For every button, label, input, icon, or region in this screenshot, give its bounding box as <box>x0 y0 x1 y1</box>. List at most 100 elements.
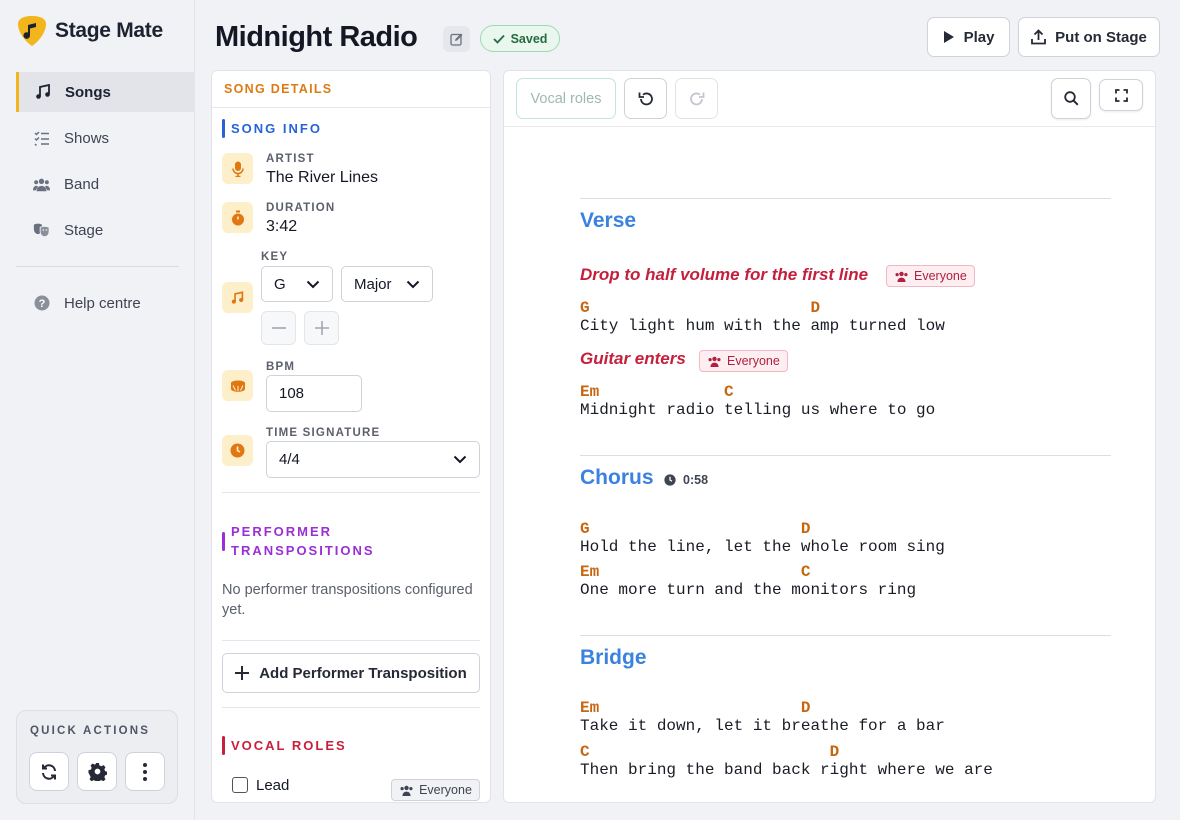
gear-icon <box>87 762 107 781</box>
mode-select[interactable]: Major <box>341 266 433 302</box>
vocal-role-name: Lead <box>256 777 290 794</box>
chord-line: G D <box>580 520 811 538</box>
search-button[interactable] <box>1051 78 1091 119</box>
sidebar-item-label: Band <box>64 175 100 193</box>
lyric-line: Take it down, let it breathe for a bar <box>580 717 945 735</box>
play-icon <box>943 31 954 43</box>
sidebar-item-shows[interactable]: Shows <box>16 118 194 158</box>
checklist-icon <box>33 130 50 147</box>
vocal-roles-section-title: VOCAL ROLES <box>222 736 347 755</box>
bpm-input[interactable]: 108 <box>266 375 362 412</box>
role-badge: Everyone <box>886 265 975 287</box>
time-signature-label: TIME SIGNATURE <box>266 427 381 439</box>
duration-label: DURATION <box>266 202 336 214</box>
sidebar-item-songs[interactable]: Songs <box>16 72 194 112</box>
page-title: Midnight Radio <box>215 21 418 53</box>
bpm-label: BPM <box>266 361 296 373</box>
settings-button[interactable] <box>77 752 117 791</box>
more-vertical-icon <box>143 762 147 781</box>
undo-button[interactable] <box>624 78 667 119</box>
section-title-bridge: Bridge <box>580 646 647 669</box>
add-performer-transposition-button[interactable]: Add Performer Transposition <box>222 653 480 693</box>
transpose-down-button[interactable] <box>261 311 296 345</box>
time-signature-value: 4/4 <box>279 451 300 468</box>
edit-title-button[interactable] <box>443 26 470 52</box>
refresh-icon <box>42 763 56 780</box>
vocal-roles-label: Vocal roles <box>530 90 602 107</box>
sidebar-divider <box>16 266 179 267</box>
fullscreen-icon <box>1114 88 1128 102</box>
refresh-button[interactable] <box>29 752 69 791</box>
bpm-value: 108 <box>279 385 305 402</box>
section-divider <box>580 635 1111 636</box>
sidebar-item-label: Help centre <box>64 294 141 312</box>
mode-select-value: Major <box>354 275 392 293</box>
plus-icon <box>314 321 329 335</box>
plus-icon <box>235 666 250 680</box>
song-details-title: SONG DETAILS <box>212 71 490 108</box>
lyric-line: One more turn and the monitors ring <box>580 581 917 599</box>
people-icon <box>400 785 413 796</box>
theater-masks-icon <box>33 222 50 239</box>
section-divider <box>580 198 1111 199</box>
play-button[interactable]: Play <box>927 17 1010 57</box>
chevron-down-icon <box>406 280 420 288</box>
pencil-icon <box>450 33 463 46</box>
transpose-up-button[interactable] <box>304 311 339 345</box>
sheet-toolbar: Vocal roles <box>504 71 1155 127</box>
sidebar-item-label: Shows <box>64 129 110 147</box>
divider <box>222 492 480 493</box>
vocal-roles-button[interactable]: Vocal roles <box>516 78 616 119</box>
song-info-section-title: SONG INFO <box>222 119 322 138</box>
redo-button[interactable] <box>675 78 718 119</box>
undo-icon <box>638 92 653 105</box>
chord-line: Em C <box>580 563 811 581</box>
chord-line: Em C <box>580 383 734 401</box>
play-label: Play <box>963 28 995 46</box>
sidebar: Stage Mate Songs Shows Band Stage ? Help… <box>0 0 195 820</box>
performance-note: Guitar enters <box>580 349 686 368</box>
key-select[interactable]: G <box>261 266 333 302</box>
lyric-line: Midnight radio telling us where to go <box>580 401 936 419</box>
key-select-value: G <box>274 275 286 293</box>
section-title-verse: Verse <box>580 209 637 232</box>
sidebar-item-band[interactable]: Band <box>16 164 194 204</box>
people-icon <box>33 176 50 193</box>
check-icon <box>492 34 505 44</box>
music-note-icon <box>34 84 51 101</box>
quick-actions-panel: QUICK ACTIONS <box>16 710 178 804</box>
upload-icon <box>1031 29 1047 45</box>
performance-note: Drop to half volume for the first line <box>580 265 869 284</box>
vocal-role-badge: Everyone <box>391 779 480 801</box>
lead-role-checkbox[interactable] <box>232 777 248 793</box>
artist-label: ARTIST <box>266 153 315 165</box>
artist-value: The River Lines <box>266 169 379 186</box>
section-title-chorus: Chorus <box>580 466 654 489</box>
saved-status-badge: Saved <box>480 25 560 52</box>
section-divider <box>580 455 1111 456</box>
stopwatch-icon <box>222 202 253 233</box>
duration-value: 3:42 <box>266 218 298 235</box>
app-logo[interactable]: Stage Mate <box>17 14 163 48</box>
chevron-down-icon <box>306 280 320 288</box>
app-name: Stage Mate <box>55 19 163 42</box>
fullscreen-button[interactable] <box>1099 79 1143 111</box>
sidebar-item-help-centre[interactable]: ? Help centre <box>16 283 194 323</box>
more-options-button[interactable] <box>125 752 165 791</box>
clock-icon <box>664 474 676 486</box>
put-on-stage-label: Put on Stage <box>1055 28 1147 46</box>
chord-sheet-panel: Vocal roles Verse Drop to half volume fo… <box>503 70 1156 803</box>
search-icon <box>1063 91 1079 106</box>
put-on-stage-button[interactable]: Put on Stage <box>1018 17 1160 57</box>
song-details-panel: SONG DETAILS SONG INFO ARTIST The River … <box>211 70 491 803</box>
lyric-line: Hold the line, let the whole room sing <box>580 538 945 556</box>
performer-transpositions-empty: No performer transpositions configured y… <box>222 582 473 618</box>
question-circle-icon: ? <box>33 295 50 312</box>
music-note-icon <box>222 282 253 313</box>
time-signature-select[interactable]: 4/4 <box>266 441 480 478</box>
people-icon <box>895 271 908 282</box>
divider <box>222 640 480 641</box>
chord-line: G D <box>580 299 821 317</box>
sidebar-item-stage[interactable]: Stage <box>16 210 194 250</box>
sidebar-item-label: Stage <box>64 221 104 239</box>
